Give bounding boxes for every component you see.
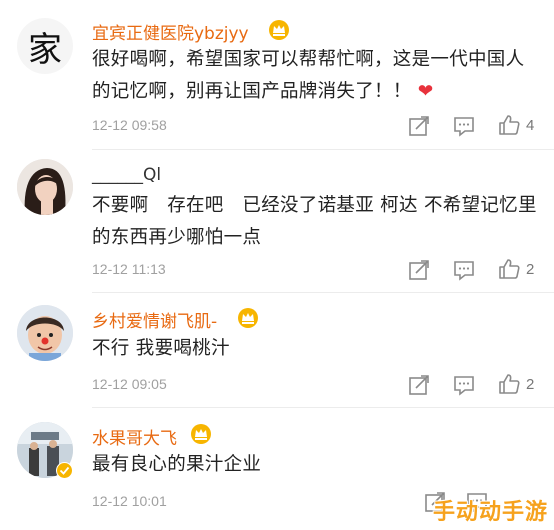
like-count: 4 [526,117,535,134]
share-icon[interactable] [408,259,430,281]
comment-time: 12-12 11:13 [92,261,166,277]
like-count: 2 [526,376,535,393]
user-avatar-image [17,159,73,215]
heart-icon: ❤ [417,81,434,102]
comment-time: 12-12 10:01 [92,493,167,509]
watermark-logo: 手动动手游 [432,500,548,525]
comment-time: 12-12 09:58 [92,117,167,133]
avatar[interactable] [17,159,73,215]
share-icon[interactable] [408,115,430,137]
comment-icon[interactable] [453,259,475,281]
comment-icon[interactable] [453,374,475,396]
crown-badge-icon [269,20,289,40]
username[interactable]: 宜宾正健医院ybzjyy [92,19,249,44]
thumbs-up-icon[interactable] [498,258,520,280]
share-icon[interactable] [408,374,430,396]
username[interactable]: ______Ql [92,165,161,185]
comment-text: 很好喝啊，希望国家可以帮帮忙啊，这是一代中国人的记忆啊，别再让国产品牌消失了！！ [92,49,525,102]
comment-time: 12-12 09:05 [92,376,167,392]
verified-badge-icon [56,462,73,479]
comment-text: 不行 我要喝桃汁 [92,338,230,359]
username[interactable]: 乡村爱情谢飞肌- [92,307,217,332]
thumbs-up-icon[interactable] [498,373,520,395]
comment-text: 不要啊 存在吧 已经没了诺基亚 柯达 不希望记忆里的东西再少哪怕一点 [92,195,537,248]
avatar-char: 家 [17,18,73,74]
comment-icon[interactable] [453,115,475,137]
like-count: 2 [526,261,535,278]
divider [92,149,554,150]
divider [92,407,554,408]
thumbs-up-icon[interactable] [498,114,520,136]
user-avatar-image [17,305,73,361]
username[interactable]: 水果哥大飞 [92,424,177,449]
divider [92,292,554,293]
avatar[interactable]: 家 [17,18,73,74]
comment-text: 最有良心的果汁企业 [92,454,262,475]
avatar[interactable] [17,305,73,361]
crown-badge-icon [191,424,211,444]
comment-content: 很好喝啊，希望国家可以帮帮忙啊，这是一代中国人的记忆啊，别再让国产品牌消失了！！… [92,44,537,108]
crown-badge-icon [238,308,258,328]
